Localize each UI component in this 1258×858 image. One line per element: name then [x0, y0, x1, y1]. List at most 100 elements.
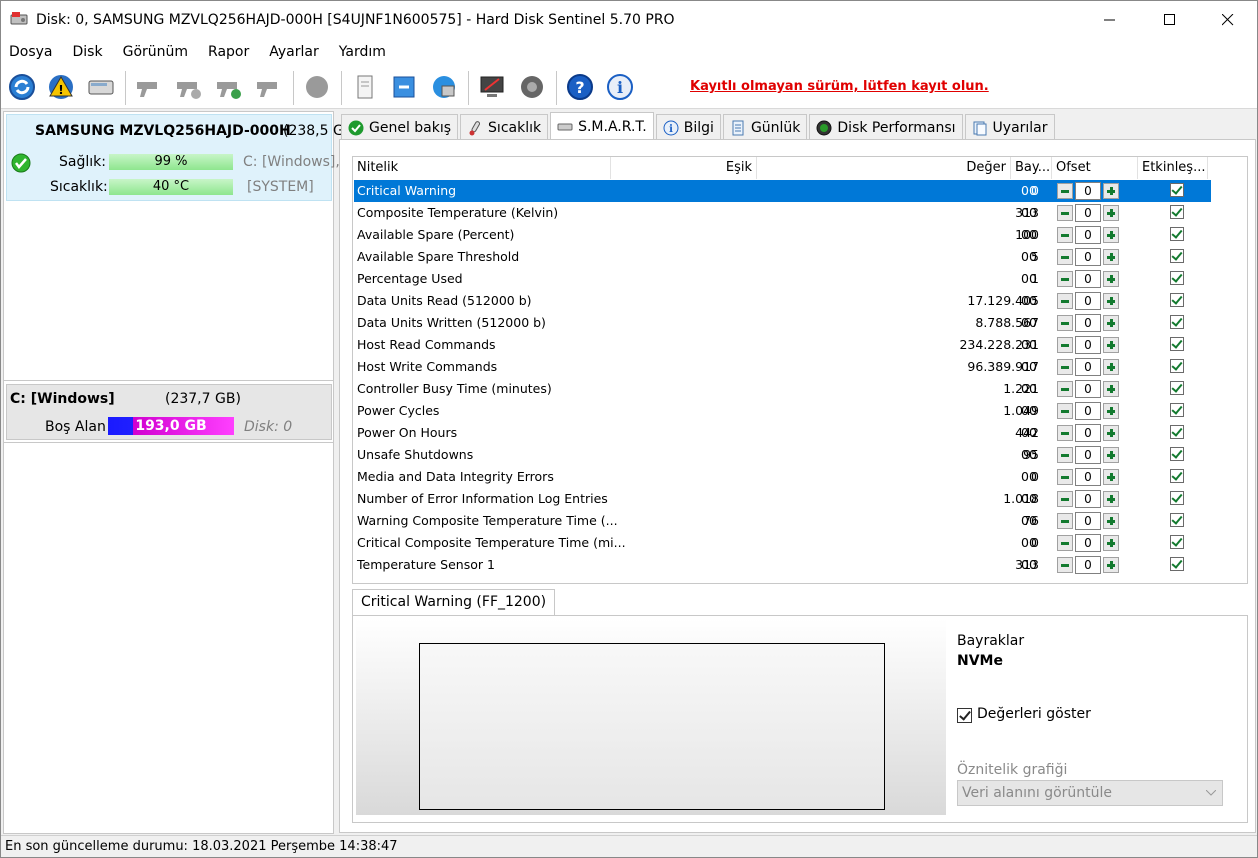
- offset-plus-button[interactable]: [1103, 205, 1119, 221]
- enabled-checkbox[interactable]: [1170, 271, 1184, 285]
- offset-field[interactable]: 0: [1075, 534, 1101, 552]
- network-button[interactable]: [428, 71, 460, 103]
- offset-field[interactable]: 0: [1075, 402, 1101, 420]
- offset-plus-button[interactable]: [1103, 271, 1119, 287]
- offset-field[interactable]: 0: [1075, 248, 1101, 266]
- tool-1-button[interactable]: [133, 71, 165, 103]
- offset-plus-button[interactable]: [1103, 227, 1119, 243]
- tab-uyarilar[interactable]: Uyarılar: [964, 114, 1055, 140]
- table-row[interactable]: Composite Temperature (Kelvin) 313 00 0: [354, 202, 1211, 224]
- refresh-button[interactable]: [6, 71, 38, 103]
- graph-select[interactable]: Veri alanını görüntüle: [957, 780, 1223, 806]
- offset-minus-button[interactable]: [1057, 491, 1073, 507]
- menu-rapor[interactable]: Rapor: [208, 44, 249, 60]
- tool-4-button[interactable]: [253, 71, 285, 103]
- table-row[interactable]: Data Units Written (512000 b) 8.788.567 00…: [354, 312, 1211, 334]
- tool-5-button[interactable]: [301, 71, 333, 103]
- table-row[interactable]: Percentage Used 1 00 0: [354, 268, 1211, 290]
- enabled-checkbox[interactable]: [1170, 469, 1184, 483]
- tab-disk-performansi[interactable]: Disk Performansı: [809, 114, 963, 140]
- offset-minus-button[interactable]: [1057, 315, 1073, 331]
- offset-field[interactable]: 0: [1075, 512, 1101, 530]
- offset-minus-button[interactable]: [1057, 183, 1073, 199]
- offset-plus-button[interactable]: [1103, 447, 1119, 463]
- maximize-button[interactable]: [1147, 1, 1193, 39]
- offset-plus-button[interactable]: [1103, 403, 1119, 419]
- offset-plus-button[interactable]: [1103, 337, 1119, 353]
- enabled-checkbox[interactable]: [1170, 447, 1184, 461]
- offset-field[interactable]: 0: [1075, 358, 1101, 376]
- enabled-checkbox[interactable]: [1170, 557, 1184, 571]
- offset-plus-button[interactable]: [1103, 557, 1119, 573]
- col-offset-header[interactable]: Ofset: [1052, 157, 1138, 179]
- offset-field[interactable]: 0: [1075, 270, 1101, 288]
- enabled-checkbox[interactable]: [1170, 227, 1184, 241]
- tool-2-button[interactable]: [173, 71, 205, 103]
- table-row[interactable]: Available Spare (Percent) 100 00 0: [354, 224, 1211, 246]
- offset-minus-button[interactable]: [1057, 535, 1073, 551]
- table-row[interactable]: Media and Data Integrity Errors 0 00 0: [354, 466, 1211, 488]
- menu-dosya[interactable]: Dosya: [9, 44, 53, 60]
- show-values-checkbox[interactable]: [957, 708, 972, 723]
- table-row[interactable]: Critical Warning 0 00 0: [354, 180, 1211, 202]
- offset-minus-button[interactable]: [1057, 403, 1073, 419]
- disk-card[interactable]: SAMSUNG MZVLQ256HAJD-000H (238,5 GB) Sağ…: [6, 114, 359, 201]
- col-threshold-header[interactable]: Eşik: [611, 157, 757, 179]
- offset-minus-button[interactable]: [1057, 205, 1073, 221]
- offset-minus-button[interactable]: [1057, 249, 1073, 265]
- table-row[interactable]: Host Read Commands 234.228.231 00 0: [354, 334, 1211, 356]
- table-row[interactable]: Available Spare Threshold 5 00 0: [354, 246, 1211, 268]
- tab-smart[interactable]: S.M.A.R.T.: [550, 112, 654, 140]
- enabled-checkbox[interactable]: [1170, 183, 1184, 197]
- table-row[interactable]: Unsafe Shutdowns 95 00 0: [354, 444, 1211, 466]
- offset-minus-button[interactable]: [1057, 447, 1073, 463]
- minimize-button[interactable]: [1087, 1, 1133, 39]
- offset-field[interactable]: 0: [1075, 226, 1101, 244]
- offset-minus-button[interactable]: [1057, 557, 1073, 573]
- offset-minus-button[interactable]: [1057, 337, 1073, 353]
- enabled-checkbox[interactable]: [1170, 491, 1184, 505]
- offset-field[interactable]: 0: [1075, 424, 1101, 442]
- sound-button[interactable]: [516, 71, 548, 103]
- offset-minus-button[interactable]: [1057, 425, 1073, 441]
- offset-field[interactable]: 0: [1075, 182, 1101, 200]
- offset-plus-button[interactable]: [1103, 513, 1119, 529]
- menu-ayarlar[interactable]: Ayarlar: [269, 44, 318, 60]
- offset-field[interactable]: 0: [1075, 292, 1101, 310]
- table-row[interactable]: Host Write Commands 96.389.917 00 0: [354, 356, 1211, 378]
- volume-card[interactable]: C: [Windows] (237,7 GB) Boş Alan 193,0 G…: [6, 384, 332, 440]
- offset-field[interactable]: 0: [1075, 468, 1101, 486]
- register-link[interactable]: Kayıtlı olmayan sürüm, lütfen kayıt olun…: [690, 79, 989, 94]
- table-row[interactable]: Power On Hours 442 00 0: [354, 422, 1211, 444]
- help-button[interactable]: ?: [564, 71, 596, 103]
- offset-plus-button[interactable]: [1103, 315, 1119, 331]
- offset-field[interactable]: 0: [1075, 446, 1101, 464]
- show-values-label[interactable]: Değerleri göster: [977, 706, 1091, 722]
- enabled-checkbox[interactable]: [1170, 359, 1184, 373]
- table-row[interactable]: Controller Busy Time (minutes) 1.221 00 0: [354, 378, 1211, 400]
- menu-gorunum[interactable]: Görünüm: [123, 44, 188, 60]
- offset-field[interactable]: 0: [1075, 556, 1101, 574]
- offset-field[interactable]: 0: [1075, 204, 1101, 222]
- col-enabled-header[interactable]: Etkinleş...: [1138, 157, 1208, 179]
- tab-gunluk[interactable]: Günlük: [722, 114, 808, 140]
- offset-plus-button[interactable]: [1103, 293, 1119, 309]
- table-row[interactable]: Number of Error Information Log Entries 1…: [354, 488, 1211, 510]
- offset-plus-button[interactable]: [1103, 469, 1119, 485]
- offset-plus-button[interactable]: [1103, 249, 1119, 265]
- detail-tab[interactable]: Critical Warning (FF_1200): [352, 589, 556, 615]
- tool-3-button[interactable]: [213, 71, 245, 103]
- offset-minus-button[interactable]: [1057, 227, 1073, 243]
- table-row[interactable]: Temperature Sensor 1 313 00 0: [354, 554, 1211, 576]
- enabled-checkbox[interactable]: [1170, 403, 1184, 417]
- enabled-checkbox[interactable]: [1170, 381, 1184, 395]
- offset-plus-button[interactable]: [1103, 381, 1119, 397]
- tab-sicaklik[interactable]: Sıcaklık: [460, 114, 549, 140]
- enabled-checkbox[interactable]: [1170, 249, 1184, 263]
- col-flags-header[interactable]: Bay...: [1011, 157, 1052, 179]
- enabled-checkbox[interactable]: [1170, 535, 1184, 549]
- offset-minus-button[interactable]: [1057, 359, 1073, 375]
- offset-plus-button[interactable]: [1103, 491, 1119, 507]
- enabled-checkbox[interactable]: [1170, 337, 1184, 351]
- disk-button[interactable]: [85, 71, 117, 103]
